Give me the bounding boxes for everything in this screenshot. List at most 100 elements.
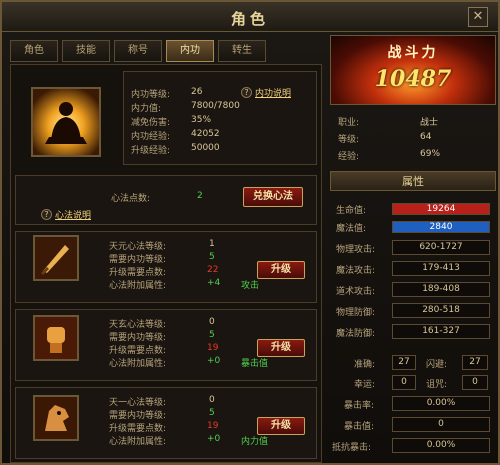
- attributes-header: 属性: [330, 171, 496, 191]
- skill-need-value: 5: [209, 330, 215, 340]
- exchange-heart-button[interactable]: 兑换心法: [243, 187, 303, 207]
- help-icon[interactable]: ?: [241, 87, 252, 98]
- attr-value: 189-408: [392, 282, 490, 297]
- tab-inner-power[interactable]: 内功: [166, 40, 214, 62]
- hp-value: 19264: [426, 204, 456, 214]
- skill-level-value: 0: [209, 317, 215, 327]
- skill-need-value: 5: [209, 252, 215, 262]
- skill-icon-frame: [33, 395, 79, 441]
- mp-value: 2840: [429, 222, 453, 232]
- combat-power-title: 战斗力: [387, 45, 439, 61]
- attr-value: 620-1727: [392, 240, 490, 255]
- crit-value-label: 暴击值:: [344, 422, 375, 432]
- skill-cost-label: 升级需要点数:: [109, 268, 167, 278]
- damage-reduce-label: 减免伤害:: [131, 118, 171, 128]
- upgrade-button[interactable]: 升级: [257, 417, 305, 435]
- skill-attr: 暴击值: [241, 359, 269, 369]
- help-icon[interactable]: ?: [41, 209, 52, 220]
- skill-bonus-label: 心法附加属性:: [109, 359, 167, 369]
- inner-power-panel: 内功等级: 26 ? 内功说明 内力值: 7800/7800 减免伤害: 35%…: [10, 64, 322, 463]
- inner-help-link[interactable]: 内功说明: [255, 86, 291, 99]
- accuracy-label: 准确:: [354, 360, 376, 370]
- skill-bonus-label: 心法附加属性:: [109, 437, 167, 447]
- beast-icon: [35, 397, 77, 439]
- luck-value: 0: [392, 375, 416, 390]
- accuracy-value: 27: [392, 355, 416, 370]
- level-value: 64: [420, 132, 432, 142]
- meditation-icon: [33, 89, 99, 155]
- attr-value: 161-327: [392, 324, 490, 339]
- mp-bar: 2840: [392, 221, 490, 233]
- inner-exp-label: 内功经验:: [131, 132, 171, 142]
- skill-attr: 内力值: [241, 437, 269, 447]
- heart-help-link[interactable]: 心法说明: [55, 208, 91, 221]
- skill-level-value: 1: [209, 239, 215, 249]
- upgrade-button[interactable]: 升级: [257, 261, 305, 279]
- job-value: 战士: [420, 118, 439, 128]
- skill-bonus-value: +0: [207, 434, 221, 444]
- tab-rebirth[interactable]: 转生: [218, 40, 266, 62]
- skill-bonus-value: +0: [207, 356, 221, 366]
- attr-value: 280-518: [392, 303, 490, 318]
- skill-level-label: 天一心法等级:: [109, 398, 167, 408]
- left-panel: 角色 技能 称号 内功 转生 内功等级: 26 ? 内功说明 内力值: 7800…: [10, 40, 322, 463]
- skill-need-label: 需要内功等级:: [109, 411, 167, 421]
- damage-reduce-value: 35%: [191, 115, 212, 125]
- inner-exp-value: 42052: [191, 129, 220, 139]
- combat-power-value: 10487: [374, 66, 452, 92]
- skill-need-value: 5: [209, 408, 215, 418]
- right-panel: 战斗力 10487 职业: 战士 等级: 64 经验: 69% 属性 生命值: …: [330, 35, 496, 463]
- tab-titles[interactable]: 称号: [114, 40, 162, 62]
- fist-icon: [35, 317, 77, 359]
- skill-attr: 攻击: [241, 281, 260, 291]
- attr-label: 物理攻击:: [336, 245, 376, 255]
- anti-crit-value: 0.00%: [392, 438, 490, 453]
- tab-character[interactable]: 角色: [10, 40, 58, 62]
- upgrade-exp-label: 升级经验:: [131, 146, 171, 156]
- attr-label: 魔法攻击:: [336, 266, 376, 276]
- crit-rate-value: 0.00%: [392, 396, 490, 411]
- tab-bar: 角色 技能 称号 内功 转生: [10, 40, 322, 62]
- skill-level-label: 天玄心法等级:: [109, 320, 167, 330]
- combat-power-box: 战斗力 10487: [330, 35, 496, 105]
- job-label: 职业:: [338, 118, 360, 128]
- anti-crit-label: 抵抗暴击:: [332, 443, 372, 453]
- skill-bonus-label: 心法附加属性:: [109, 281, 167, 291]
- skill-need-label: 需要内功等级:: [109, 333, 167, 343]
- skill-bonus-value: +4: [207, 278, 221, 288]
- crit-rate-label: 暴击率:: [344, 401, 375, 411]
- close-button[interactable]: ✕: [468, 7, 488, 27]
- inner-level-label: 内功等级:: [131, 90, 171, 100]
- heart-points-label: 心法点数:: [111, 194, 151, 204]
- crit-value-value: 0: [392, 417, 490, 432]
- inner-level-value: 26: [191, 87, 203, 97]
- tab-skills[interactable]: 技能: [62, 40, 110, 62]
- skill-level-label: 天元心法等级:: [109, 242, 167, 252]
- skill-cost-value: 22: [207, 265, 219, 275]
- skill-need-label: 需要内功等级:: [109, 255, 167, 265]
- curse-value: 0: [462, 375, 488, 390]
- dodge-value: 27: [462, 355, 488, 370]
- inner-power-value: 7800/7800: [191, 101, 240, 111]
- skill-cost-value: 19: [207, 343, 219, 353]
- hp-label: 生命值:: [336, 206, 367, 216]
- title-bar: 角色 ✕: [2, 2, 498, 32]
- exp-value: 69%: [420, 149, 441, 159]
- skill-level-value: 0: [209, 395, 215, 405]
- attr-label: 物理防御:: [336, 308, 376, 318]
- inner-power-icon-frame: [31, 87, 101, 157]
- hp-bar: 19264: [392, 203, 490, 215]
- skill-icon-frame: [33, 315, 79, 361]
- attr-label: 魔法防御:: [336, 329, 376, 339]
- exp-label: 经验:: [338, 152, 360, 162]
- upgrade-exp-value: 50000: [191, 143, 220, 153]
- attr-label: 道术攻击:: [336, 287, 376, 297]
- skill-cost-value: 19: [207, 421, 219, 431]
- level-label: 等级:: [338, 135, 360, 145]
- window-title: 角色: [230, 10, 269, 28]
- inner-power-label: 内力值:: [131, 104, 162, 114]
- upgrade-button[interactable]: 升级: [257, 339, 305, 357]
- skill-icon-frame: [33, 235, 79, 281]
- skill-cost-label: 升级需要点数:: [109, 346, 167, 356]
- skill-cost-label: 升级需要点数:: [109, 424, 167, 434]
